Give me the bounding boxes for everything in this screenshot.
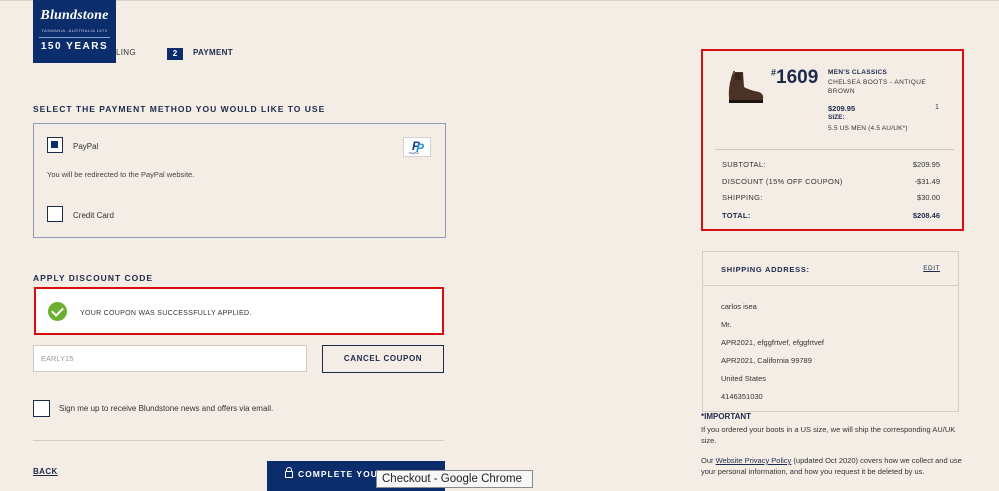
- privacy-policy-link[interactable]: Website Privacy Policy: [716, 456, 792, 465]
- address-line: APR2021, efggfrtvef, efggfrtvef: [721, 338, 824, 347]
- address-phone: 4146351030: [721, 392, 763, 401]
- lock-icon: [285, 467, 293, 478]
- paypal-checkbox[interactable]: [47, 137, 63, 153]
- coupon-success-message-box: YOUR COUPON WAS SUCCESSFULLY APPLIED.: [34, 287, 444, 335]
- paypal-redirect-note: You will be redirected to the PayPal web…: [47, 170, 195, 179]
- discount-code-field[interactable]: EARLY15: [33, 345, 307, 372]
- credit-card-label[interactable]: Credit Card: [73, 211, 114, 220]
- size-label: SIZE:: [828, 114, 845, 121]
- payment-method-heading: SELECT THE PAYMENT METHOD YOU WOULD LIKE…: [33, 104, 326, 114]
- logo-brand: Blundstone: [40, 8, 109, 23]
- shipping-address-heading: SHIPPING ADDRESS:: [721, 265, 810, 274]
- cancel-coupon-button[interactable]: CANCEL COUPON: [322, 345, 444, 373]
- checkmark-icon: [48, 302, 67, 321]
- back-link[interactable]: BACK: [33, 467, 58, 476]
- shipping-divider: [703, 285, 958, 286]
- privacy-note: Our Website Privacy Policy (updated Oct …: [701, 455, 966, 477]
- discount-value: -$31.49: [914, 177, 940, 186]
- important-heading: *IMPORTANT: [701, 412, 752, 421]
- address-line: APR2021, California 99789: [721, 356, 812, 365]
- paypal-label[interactable]: PayPal: [73, 142, 98, 151]
- window-title-tooltip: Checkout - Google Chrome: [376, 470, 533, 488]
- product-price: $209.95: [828, 104, 856, 113]
- credit-card-checkbox[interactable]: [47, 206, 63, 222]
- subtotal-label: SUBTOTAL:: [722, 160, 766, 169]
- address-line: carlos isea: [721, 302, 757, 311]
- logo-years: 150 YEARS: [40, 41, 109, 52]
- blundstone-logo[interactable]: Blundstone TASMANIA, AUSTRALIA 1870 150 …: [33, 0, 116, 63]
- discount-heading: APPLY DISCOUNT CODE: [33, 273, 154, 283]
- step-shipping-label[interactable]: LING: [116, 48, 136, 57]
- edit-address-link[interactable]: EDIT: [923, 265, 940, 272]
- payment-method-box: [33, 123, 446, 238]
- privacy-pre: Our: [701, 456, 716, 465]
- complete-order-label: COMPLETE YOU: [298, 469, 378, 479]
- discount-label: DISCOUNT (15% OFF COUPON): [722, 177, 843, 186]
- step-payment-label: PAYMENT: [193, 48, 233, 57]
- address-line: United States: [721, 374, 767, 383]
- summary-divider: [715, 149, 954, 150]
- size-value: 5.5 US MEN (4.5 AU/UK*): [828, 125, 908, 132]
- step-payment-number: 2: [167, 48, 183, 60]
- logo-divider: [39, 37, 110, 38]
- product-name: CHELSEA BOOTS - ANTIQUE BROWN: [828, 79, 927, 95]
- coupon-success-text: YOUR COUPON WAS SUCCESSFULLY APPLIED.: [80, 310, 252, 317]
- shipping-address-box: SHIPPING ADDRESS: EDIT carlos isea Mr. A…: [702, 251, 959, 412]
- top-border: [0, 0, 999, 1]
- order-summary-box: #1609 MEN'S CLASSICS CHELSEA BOOTS - ANT…: [701, 49, 964, 231]
- newsletter-checkbox[interactable]: [33, 400, 50, 417]
- product-category: MEN'S CLASSICS: [828, 69, 888, 76]
- product-quantity: 1: [935, 104, 939, 111]
- form-divider: [33, 440, 444, 441]
- total-label: TOTAL:: [722, 211, 751, 220]
- subtotal-value: $209.95: [912, 160, 940, 169]
- shipping-value: $30.00: [917, 193, 940, 202]
- logo-subtitle: TASMANIA, AUSTRALIA 1870: [41, 28, 108, 33]
- address-line: Mr.: [721, 320, 732, 329]
- product-number: #1609: [771, 67, 818, 89]
- shipping-label: SHIPPING:: [722, 193, 763, 202]
- total-value: $208.46: [912, 211, 940, 220]
- newsletter-label[interactable]: Sign me up to receive Blundstone news an…: [59, 404, 273, 413]
- important-note: If you ordered your boots in a US size, …: [701, 425, 956, 445]
- product-number-value: 1609: [776, 67, 819, 88]
- paypal-logo-icon: PP PayPal: [403, 137, 431, 157]
- boot-product-image[interactable]: [725, 70, 765, 104]
